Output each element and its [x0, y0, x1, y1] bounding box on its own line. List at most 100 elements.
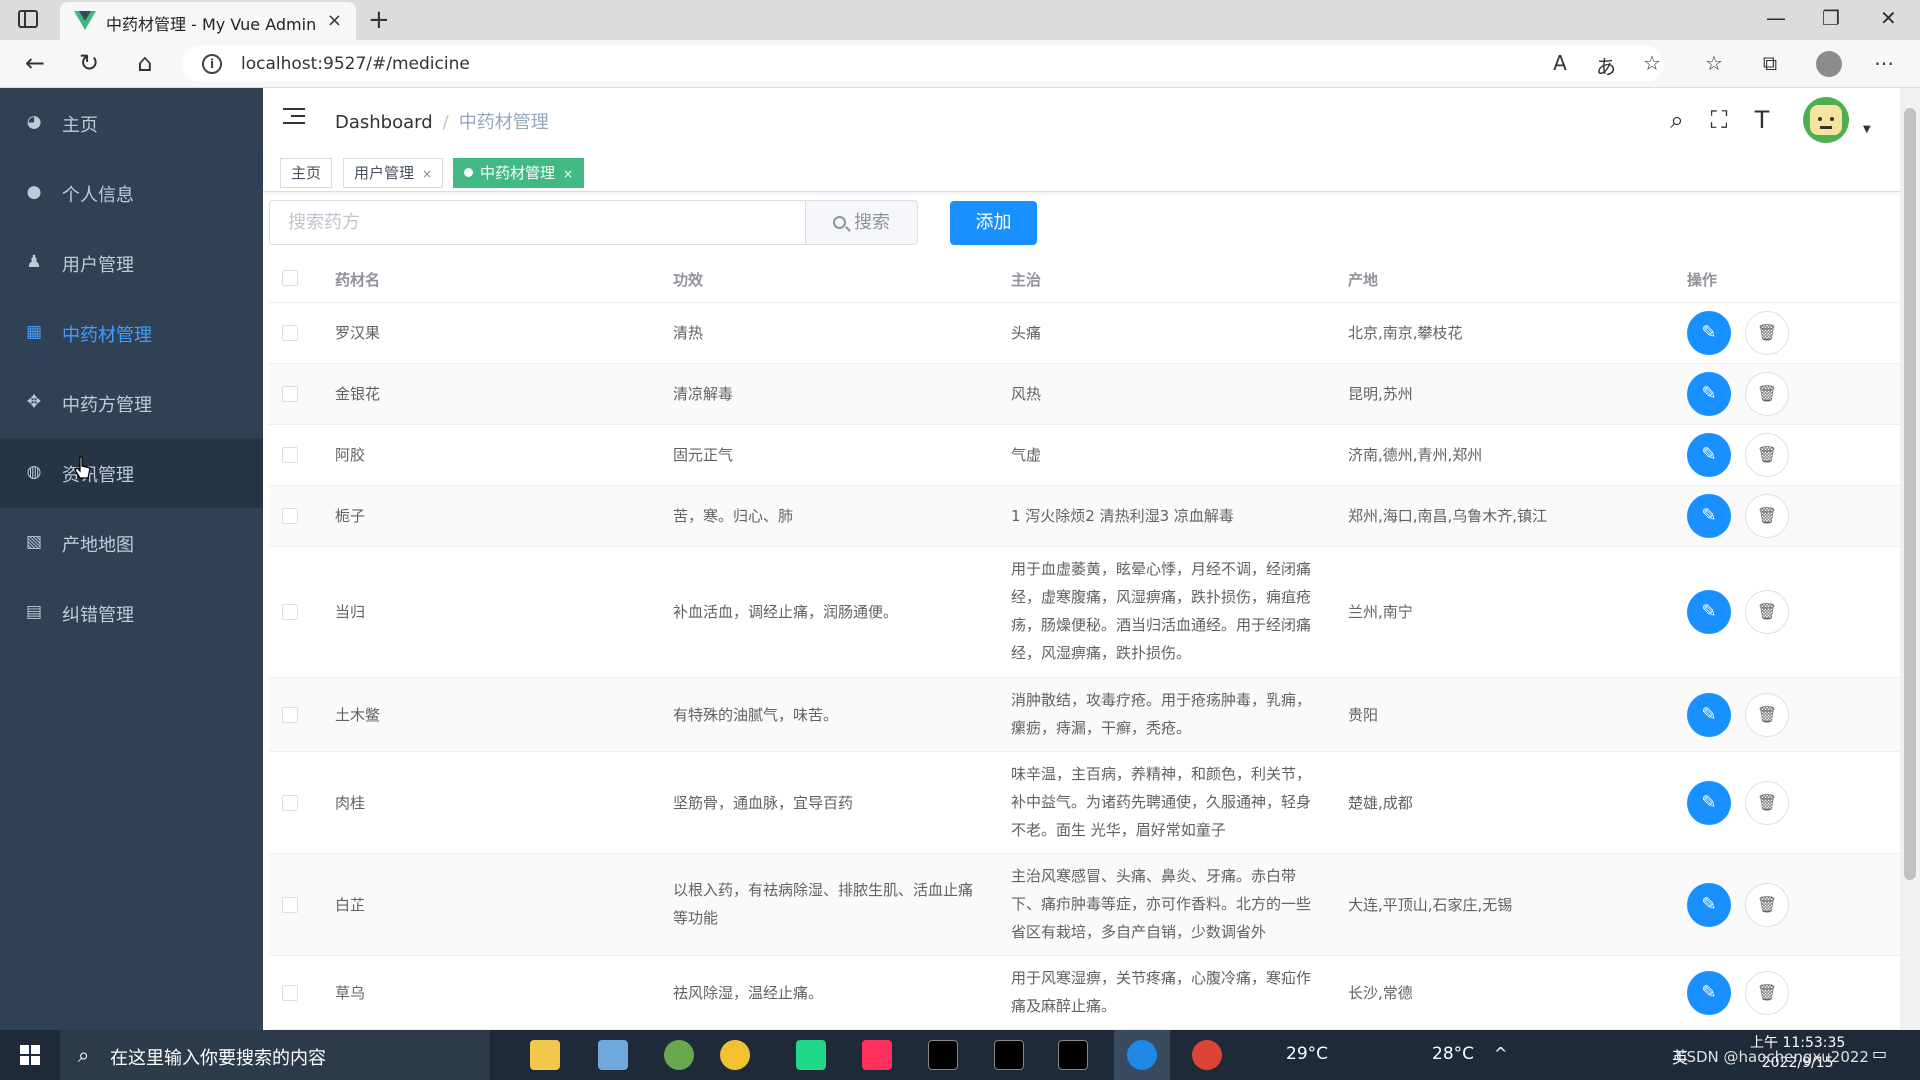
app-icon[interactable] — [598, 1040, 628, 1070]
tag-close-icon[interactable]: × — [563, 167, 573, 181]
home-icon[interactable]: ⌂ — [130, 49, 160, 77]
font-size-icon[interactable]: T — [1747, 106, 1777, 134]
new-tab-button[interactable]: + — [368, 5, 390, 35]
notification-icon[interactable]: ▭ — [1872, 1044, 1887, 1063]
url-text: localhost:9527/#/medicine — [241, 54, 470, 74]
avatar[interactable] — [1803, 97, 1849, 143]
url-field[interactable]: i localhost:9527/#/medicine — [182, 46, 1664, 82]
chrome-icon[interactable] — [1192, 1040, 1222, 1070]
delete-button[interactable]: 🗑 — [1745, 433, 1789, 477]
tag-users[interactable]: 用户管理 × — [343, 158, 444, 188]
row-checkbox[interactable] — [282, 795, 298, 811]
edit-button[interactable]: ✎ — [1687, 883, 1731, 927]
weather-widget[interactable]: 29°C — [1286, 1044, 1328, 1064]
close-window-button[interactable]: ✕ — [1880, 6, 1897, 30]
user-icon: ● — [26, 182, 42, 202]
edit-button[interactable]: ✎ — [1687, 311, 1731, 355]
sidebar-item-corrections[interactable]: ▤ 纠错管理 — [0, 578, 263, 648]
row-checkbox[interactable] — [282, 604, 298, 620]
sidebar-item-profile[interactable]: ● 个人信息 — [0, 158, 263, 228]
weather-widget[interactable]: 28°C — [1432, 1044, 1474, 1064]
app-icon[interactable] — [664, 1040, 694, 1070]
back-icon[interactable]: ← — [20, 49, 50, 77]
tab-close-icon[interactable]: × — [327, 10, 342, 31]
scrollbar-thumb[interactable] — [1904, 108, 1916, 880]
intellij-icon[interactable] — [862, 1040, 892, 1070]
add-favorite-icon[interactable]: ☆ — [1638, 51, 1666, 75]
app-icon[interactable] — [720, 1040, 750, 1070]
breadcrumb-home[interactable]: Dashboard — [335, 112, 433, 133]
delete-button[interactable]: 🗑 — [1745, 781, 1789, 825]
edit-button[interactable]: ✎ — [1687, 693, 1731, 737]
edit-button[interactable]: ✎ — [1687, 372, 1731, 416]
edge-icon[interactable] — [1114, 1030, 1170, 1080]
delete-button[interactable]: 🗑 — [1745, 693, 1789, 737]
mouse-cursor-icon — [74, 456, 91, 479]
sidebar-item-news[interactable]: ◍ 资讯管理 — [0, 438, 263, 508]
delete-button[interactable]: 🗑 — [1745, 971, 1789, 1015]
read-aloud-icon[interactable]: A — [1546, 51, 1574, 75]
cell-efficacy: 有特殊的油腻气，味苦。 — [673, 706, 839, 724]
sidebar-item-medicine[interactable]: ▦ 中药材管理 — [0, 298, 263, 368]
profile-icon[interactable] — [1816, 51, 1842, 77]
pycharm-icon[interactable] — [796, 1040, 826, 1070]
row-checkbox[interactable] — [282, 325, 298, 341]
terminal-icon[interactable] — [928, 1040, 958, 1070]
sidebar-item-prescription[interactable]: ✥ 中药方管理 — [0, 368, 263, 438]
search-icon[interactable]: ⌕ — [1662, 106, 1692, 134]
favorites-icon[interactable]: ☆ — [1700, 51, 1728, 75]
row-checkbox[interactable] — [282, 447, 298, 463]
table-row: 草乌 祛风除湿，温经止痛。 用于风寒湿痹，关节疼痛，心腹冷痛，寒疝作痛及麻醉止痛… — [269, 956, 1900, 1030]
search-input[interactable] — [269, 200, 806, 245]
taskbar-search[interactable]: ⌕ 在这里输入你要搜索的内容 — [60, 1030, 490, 1080]
edit-button[interactable]: ✎ — [1687, 971, 1731, 1015]
collections-icon[interactable]: ⧉ — [1756, 51, 1784, 75]
terminal-icon[interactable] — [1058, 1040, 1088, 1070]
edit-button[interactable]: ✎ — [1687, 433, 1731, 477]
tab-actions-icon[interactable] — [18, 10, 38, 28]
translate-icon[interactable]: あ — [1592, 51, 1620, 80]
cell-name: 土木鳖 — [335, 706, 381, 724]
tag-medicine[interactable]: 中药材管理 × — [453, 158, 585, 188]
search-field[interactable] — [270, 201, 805, 244]
sidebar-item-users[interactable]: ♟ 用户管理 — [0, 228, 263, 298]
restore-button[interactable]: ❐ — [1822, 6, 1840, 30]
row-checkbox[interactable] — [282, 386, 298, 402]
sidebar-item-home[interactable]: ◕ 主页 — [0, 88, 263, 158]
edit-button[interactable]: ✎ — [1687, 494, 1731, 538]
terminal-icon[interactable] — [994, 1040, 1024, 1070]
cell-efficacy: 苦，寒。归心、肺 — [673, 507, 794, 525]
delete-button[interactable]: 🗑 — [1745, 883, 1789, 927]
refresh-icon[interactable]: ↻ — [74, 49, 104, 77]
browser-tab[interactable]: 中药材管理 - My Vue Admin × — [60, 2, 356, 40]
add-button[interactable]: 添加 — [950, 201, 1037, 245]
more-icon[interactable]: ⋯ — [1870, 51, 1898, 75]
search-button[interactable]: 搜索 — [806, 200, 918, 245]
delete-button[interactable]: 🗑 — [1745, 311, 1789, 355]
cell-efficacy: 清凉解毒 — [673, 385, 734, 403]
sidebar-item-label: 用户管理 — [62, 255, 134, 276]
edit-button[interactable]: ✎ — [1687, 781, 1731, 825]
file-explorer-icon[interactable] — [530, 1040, 560, 1070]
select-all-checkbox[interactable] — [282, 270, 298, 286]
tray-chevron-icon[interactable]: ^ — [1494, 1044, 1507, 1063]
address-bar: ← ↻ ⌂ i localhost:9527/#/medicine A あ ☆ … — [0, 40, 1920, 88]
row-checkbox[interactable] — [282, 897, 298, 913]
windows-start-icon[interactable] — [20, 1045, 40, 1065]
row-checkbox[interactable] — [282, 707, 298, 723]
delete-button[interactable]: 🗑 — [1745, 590, 1789, 634]
fullscreen-icon[interactable]: ⛶ — [1704, 106, 1734, 134]
caret-down-icon[interactable]: ▼ — [1863, 124, 1871, 135]
edit-button[interactable]: ✎ — [1687, 590, 1731, 634]
delete-button[interactable]: 🗑 — [1745, 494, 1789, 538]
row-checkbox[interactable] — [282, 985, 298, 1001]
minimize-button[interactable]: — — [1766, 6, 1786, 30]
map-icon: ▧ — [25, 532, 43, 552]
tag-home[interactable]: 主页 — [280, 158, 333, 188]
hamburger-icon[interactable] — [283, 108, 305, 126]
tag-close-icon[interactable]: × — [422, 167, 432, 181]
sidebar-item-map[interactable]: ▧ 产地地图 — [0, 508, 263, 578]
site-info-icon[interactable]: i — [202, 54, 222, 74]
delete-button[interactable]: 🗑 — [1745, 372, 1789, 416]
row-checkbox[interactable] — [282, 508, 298, 524]
